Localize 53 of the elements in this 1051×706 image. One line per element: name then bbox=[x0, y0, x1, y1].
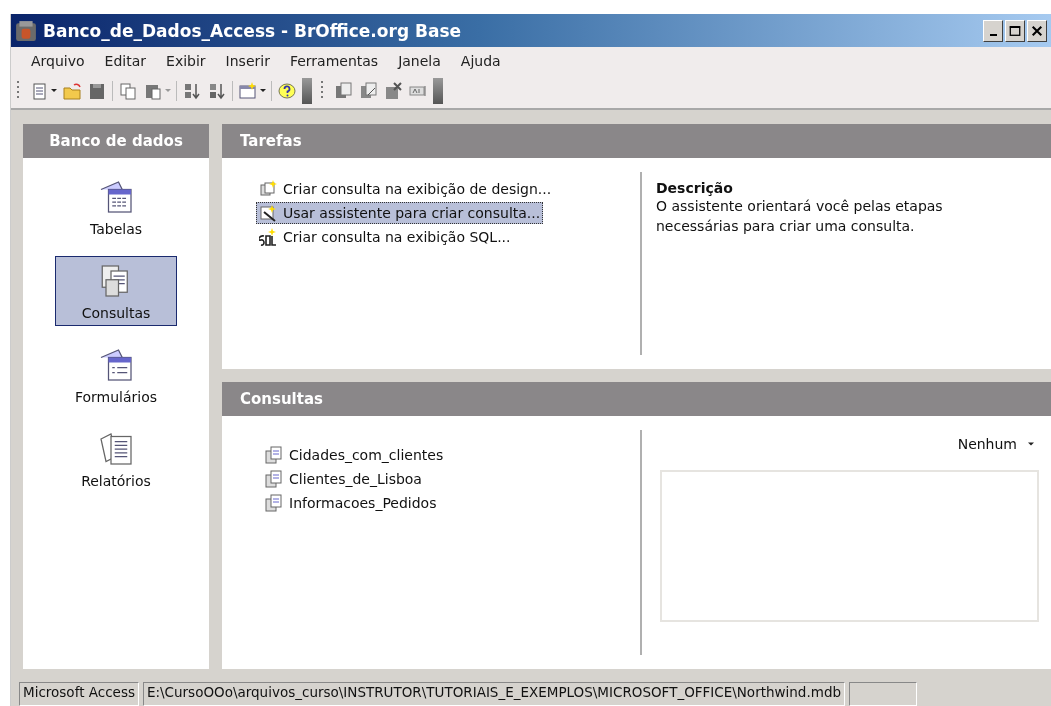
description-title: Descrição bbox=[656, 179, 734, 196]
sql-icon bbox=[259, 228, 277, 246]
edit-query-icon[interactable] bbox=[358, 81, 378, 101]
query-icon[interactable] bbox=[333, 81, 353, 101]
help-icon[interactable] bbox=[277, 81, 297, 101]
sidebar-item[interactable]: Relatórios bbox=[55, 424, 177, 494]
preview-dropdown[interactable]: Nenhum bbox=[953, 434, 1039, 454]
close-icon bbox=[1031, 24, 1043, 37]
caret-icon[interactable] bbox=[51, 89, 57, 93]
sidebar-item[interactable]: Tabelas bbox=[55, 172, 177, 242]
task-link[interactable]: Criar consulta na exibição de design... bbox=[256, 178, 555, 200]
toolbar-overflow-button[interactable] bbox=[433, 78, 443, 104]
menu-item[interactable]: Inserir bbox=[215, 52, 280, 69]
query-icon bbox=[265, 494, 283, 512]
query-icon bbox=[265, 470, 283, 488]
menu-item[interactable]: Ferramentas bbox=[279, 52, 389, 69]
query-item[interactable]: Informacoes_Pedidos bbox=[262, 492, 440, 514]
wizard-icon bbox=[259, 204, 277, 222]
menu-item[interactable]: Ajuda bbox=[450, 52, 511, 69]
query-item[interactable]: Cidades_com_clientes bbox=[262, 444, 447, 466]
sidebar-item[interactable]: Consultas bbox=[55, 256, 177, 326]
description-text: O assistente orientará você pelas etapas necessárias para criar uma consulta. bbox=[656, 197, 944, 236]
menu-item[interactable]: Editar bbox=[94, 52, 157, 69]
minimize-button[interactable] bbox=[983, 19, 1003, 42]
maximize-icon bbox=[1009, 24, 1021, 37]
panel-header: Consultas bbox=[222, 382, 1051, 416]
folder-icon[interactable] bbox=[62, 81, 82, 101]
status-cell: Microsoft Access bbox=[19, 682, 139, 706]
task-link[interactable]: Criar consulta na exibição SQL... bbox=[256, 226, 514, 248]
caret-icon[interactable] bbox=[260, 89, 266, 93]
status-cell: E:\CursoOOo\arquivos_curso\INSTRUTOR\TUTORIAIS_E_EXEMPLOS\MICROSOFT_OFFICE\Northwind.mdb bbox=[142, 682, 846, 706]
menu-item[interactable]: Janela bbox=[388, 52, 451, 69]
task-link[interactable]: Usar assistente para criar consulta... bbox=[256, 202, 544, 224]
menu-item[interactable]: Arquivo bbox=[21, 52, 95, 69]
caret-icon bbox=[1027, 440, 1035, 448]
query-item[interactable]: Clientes_de_Lisboa bbox=[262, 468, 425, 490]
query-icon bbox=[265, 446, 283, 464]
sidebar-item[interactable]: Formulários bbox=[55, 340, 177, 410]
close-button[interactable] bbox=[1027, 19, 1047, 42]
menu-item[interactable]: Exibir bbox=[156, 52, 216, 69]
window-title: Banco_de_Dados_Access - BrOffice.org Base bbox=[43, 20, 463, 41]
sort-descending-icon[interactable] bbox=[207, 81, 227, 101]
panel-header: Banco de dados bbox=[23, 124, 209, 158]
status-cell bbox=[849, 682, 918, 706]
panel-header: Tarefas bbox=[222, 124, 1051, 158]
delete-query-icon[interactable] bbox=[383, 81, 403, 101]
app-icon bbox=[15, 19, 37, 42]
maximize-button[interactable] bbox=[1005, 19, 1025, 42]
design-icon bbox=[259, 180, 277, 198]
minimize-icon bbox=[989, 33, 997, 36]
copy-icon[interactable] bbox=[118, 81, 138, 101]
sort-ascending-icon[interactable] bbox=[182, 81, 202, 101]
toolbar-overflow-button[interactable] bbox=[302, 78, 312, 104]
